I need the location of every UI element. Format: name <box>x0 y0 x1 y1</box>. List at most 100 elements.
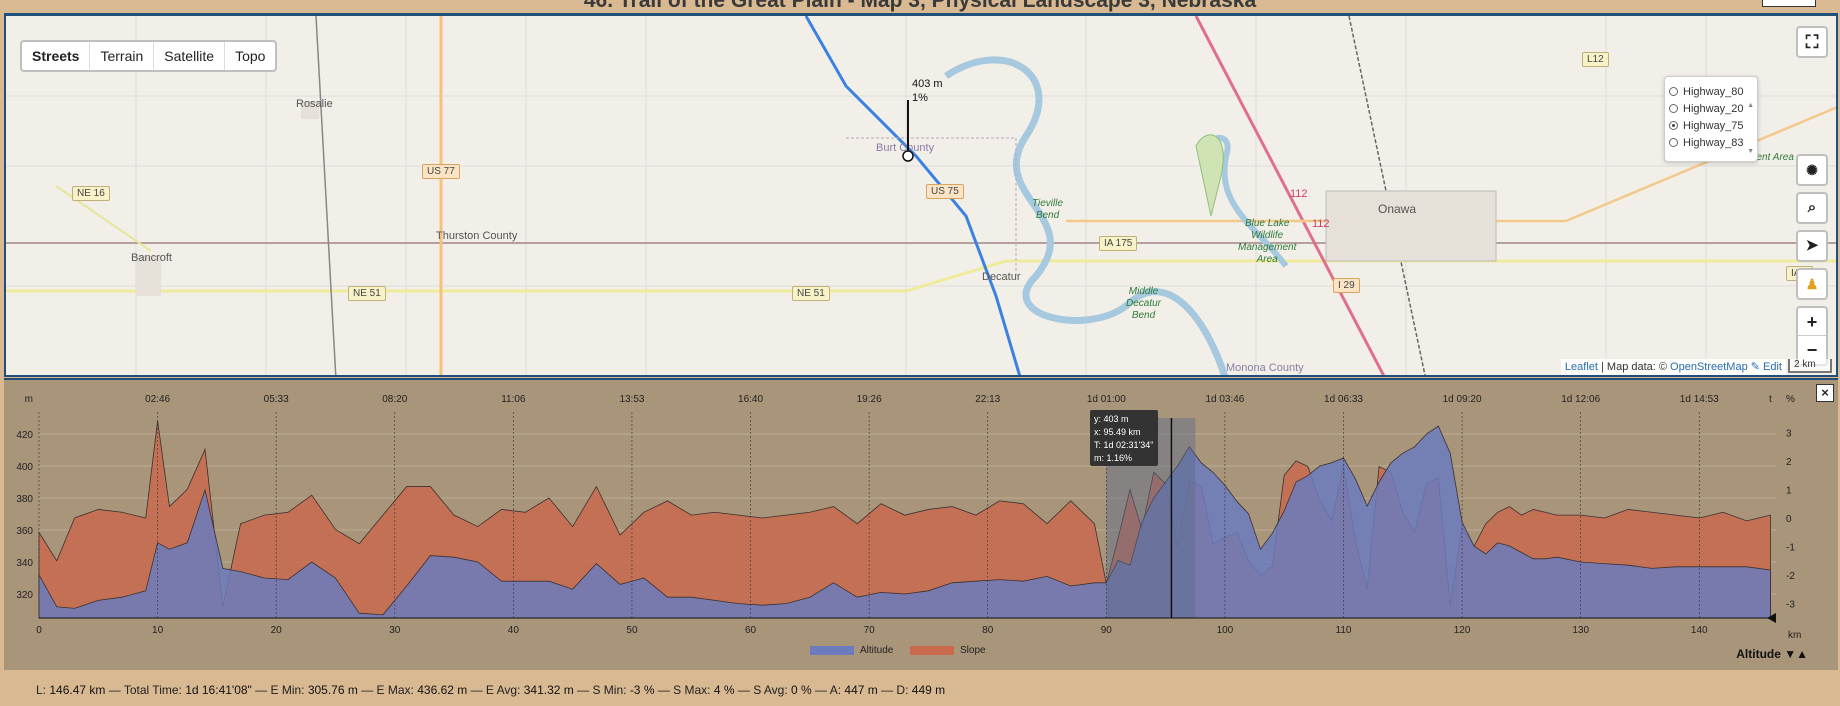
pegman-icon: ♟ <box>1805 276 1819 292</box>
y-tick-label: 420 <box>16 430 33 441</box>
time-tick-label: 1d 14:53 <box>1680 394 1719 405</box>
y-tick-label: 340 <box>16 558 33 569</box>
summary-smax: 4 % <box>713 683 735 697</box>
time-tick-label: 1d 09:20 <box>1443 394 1482 405</box>
x-axis-unit: km <box>1788 630 1801 641</box>
overlay-highway-83[interactable]: Highway_83 <box>1665 134 1757 151</box>
label-thurston-county: Thurston County <box>436 230 518 242</box>
summary-length: 146.47 km <box>49 683 106 697</box>
x-tick-label: 140 <box>1691 625 1708 636</box>
x-tick-label: 90 <box>1101 625 1113 636</box>
map-features <box>6 16 1836 375</box>
osm-link[interactable]: OpenStreetMap <box>1670 361 1748 373</box>
overlay-list: Highway_80 Highway_20 Highway_75 Highway… <box>1664 76 1758 162</box>
legend-swatch <box>910 646 954 655</box>
title-button[interactable] <box>1762 0 1816 7</box>
x-tick-label: 20 <box>271 625 283 636</box>
time-tick-label: 13:53 <box>619 394 644 405</box>
attribution: Leaflet | Map data: © OpenStreetMap ✎ Ed… <box>1560 359 1786 375</box>
legend-label: Altitude <box>860 645 894 656</box>
shield-112b: 112 <box>1312 218 1330 230</box>
tooltip-t: T: 1d 02:31'34" <box>1094 440 1154 450</box>
shield-us75: US 75 <box>926 184 964 199</box>
x-tick-label: 70 <box>864 625 876 636</box>
tooltip-m: m: 1.16% <box>1094 453 1133 463</box>
marker-slope: 1% <box>912 92 928 104</box>
profile-chart[interactable]: 320340360380400420 3210-1-2-3m %0 10 20 30 40 5… <box>4 380 1838 670</box>
x-tick-label: 10 <box>152 625 164 636</box>
label-blue-lake: Blue Lake Wildlife Management Area <box>1238 218 1297 265</box>
radio-icon[interactable] <box>1669 121 1678 130</box>
y2-tick-label: -1 <box>1786 543 1795 554</box>
x-tick-label: 100 <box>1217 625 1234 636</box>
label-rosalie: Rosalie <box>296 98 333 110</box>
overlay-label: Highway_80 <box>1683 85 1744 98</box>
map-canvas[interactable]: Rosalie Bancroft Thurston County Burt Co… <box>4 13 1838 377</box>
search-button[interactable]: ⌕ <box>1796 192 1828 224</box>
locate-button[interactable]: ➤ <box>1796 230 1828 262</box>
shield-ia175: IA 175 <box>1099 236 1138 251</box>
time-tick-label: 08:20 <box>382 394 407 405</box>
time-tick-label: 16:40 <box>738 394 763 405</box>
shield-i29: I 29 <box>1333 278 1360 293</box>
zoom-control: + − <box>1796 306 1828 366</box>
tooltip-y: y: 403 m <box>1094 414 1129 424</box>
time-tick-label: 19:26 <box>857 394 882 405</box>
legend-swatch <box>810 646 854 655</box>
x-tick-label: 0 <box>36 625 42 636</box>
elevation-profile[interactable]: 320 340 360 380 400 420 3 2 1 0 -1 -2 -3 m% 0 10 20 30 40 5… <box>4 378 1838 670</box>
legend-altitude[interactable]: Altitude <box>810 645 893 656</box>
y-tick-label: 360 <box>16 526 33 537</box>
time-tick-label: 05:33 <box>264 394 289 405</box>
overlay-highway-80[interactable]: Highway_80 <box>1665 83 1757 100</box>
label-middle-decatur-bend: Middle Decatur Bend <box>1126 286 1162 321</box>
x-tick-label: 80 <box>982 625 994 636</box>
y-tick-label: 400 <box>16 462 33 473</box>
leaflet-link[interactable]: Leaflet <box>1565 361 1598 373</box>
label-monona-county: Monona County <box>1226 362 1304 374</box>
altitude-selector[interactable]: Altitude ▼▲ <box>1736 647 1808 661</box>
label-onawa: Onawa <box>1378 202 1417 216</box>
overlay-highway-75[interactable]: Highway_75 <box>1665 117 1757 134</box>
layer-satellite[interactable]: Satellite <box>154 42 226 70</box>
edit-link[interactable]: ✎ Edit <box>1751 361 1782 373</box>
y2-tick-label: 1 <box>1786 485 1792 496</box>
time-tick-label: 1d 06:33 <box>1324 394 1363 405</box>
profile-tooltip: y: 403 m x: 95.49 km T: 1d 02:31'34" m: … <box>1090 410 1158 466</box>
radio-icon[interactable] <box>1669 104 1678 113</box>
time-tick-label: 1d 03:46 <box>1205 394 1244 405</box>
summary-ascent: 447 m <box>844 683 878 697</box>
radio-icon[interactable] <box>1669 138 1678 147</box>
shield-l12: L12 <box>1582 52 1609 67</box>
summary-smin: -3 % <box>629 683 655 697</box>
close-button[interactable]: × <box>1816 384 1834 402</box>
y-tick-label: 380 <box>16 494 33 505</box>
loading-button[interactable]: ✺ <box>1796 154 1828 186</box>
zoom-in-button[interactable]: + <box>1798 308 1826 336</box>
x-tick-label: 120 <box>1454 625 1471 636</box>
y-axis-unit: m <box>25 394 33 405</box>
tooltip-x: x: 95.49 km <box>1094 427 1141 437</box>
y2-tick-label: -3 <box>1786 600 1795 611</box>
x-tick-label: 50 <box>626 625 638 636</box>
time-tick-label: 22:13 <box>975 394 1000 405</box>
legend-label: Slope <box>960 645 986 656</box>
y2-tick-label: 2 <box>1786 457 1792 468</box>
radio-icon[interactable] <box>1669 87 1678 96</box>
pegman-button[interactable]: ♟ <box>1796 268 1828 300</box>
x-tick-label: 130 <box>1572 625 1589 636</box>
summary-emin: 305.76 m <box>307 683 358 697</box>
time-tick-label: t <box>1769 394 1772 405</box>
scroll-arrows-icon[interactable]: ▲ ▼ <box>1747 83 1754 175</box>
layer-streets[interactable]: Streets <box>22 42 91 70</box>
page-title: 46. Trail of the Great Plain - Map 3, Ph… <box>583 0 1257 12</box>
summary-savg: 0 % <box>791 683 812 697</box>
legend-slope[interactable]: Slope <box>910 645 986 656</box>
y2-tick-label: 3 <box>1786 428 1792 439</box>
x-tick-label: 60 <box>745 625 757 636</box>
overlay-label: Highway_20 <box>1683 102 1744 115</box>
overlay-highway-20[interactable]: Highway_20 <box>1665 100 1757 117</box>
fullscreen-button[interactable]: ⛶ <box>1796 26 1828 58</box>
layer-topo[interactable]: Topo <box>225 42 275 70</box>
layer-terrain[interactable]: Terrain <box>90 42 155 70</box>
